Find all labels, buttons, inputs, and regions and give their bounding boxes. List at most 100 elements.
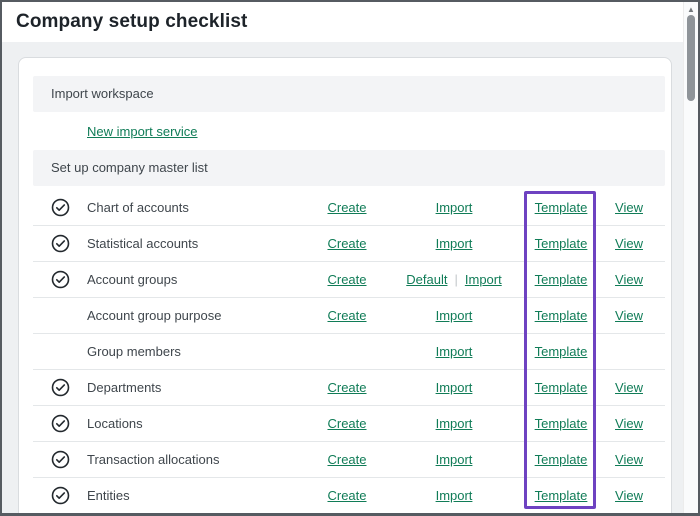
view-link[interactable]: View [615,236,643,251]
row-label: Account groups [87,272,315,287]
company-setup-checklist-window: Company setup checklist Import workspace… [0,0,700,516]
template-link[interactable]: Template [535,308,588,323]
create-cell: Create [315,271,379,289]
view-link[interactable]: View [615,416,643,431]
completed-check-icon [33,342,87,361]
default-link[interactable]: Default [406,272,447,287]
view-cell: View [593,271,665,289]
import-link[interactable]: Import [436,416,473,431]
view-link[interactable]: View [615,488,643,503]
row-label: Group members [87,344,315,359]
template-cell: Template [529,235,593,253]
template-cell: Template [529,199,593,217]
checklist-row: Transaction allocations Create Import Te… [33,442,665,478]
completed-check-icon [33,198,87,217]
view-link[interactable]: View [615,200,643,215]
completed-check-icon [33,450,87,469]
scrollbar-thumb[interactable] [687,15,695,101]
import-link[interactable]: Import [436,200,473,215]
link-separator: | [454,272,457,287]
row-label: Departments [87,380,315,395]
new-import-service-link[interactable]: New import service [87,124,198,139]
import-cell: Default | Import [379,271,529,289]
view-cell: View [593,307,665,325]
create-cell: Create [315,199,379,217]
view-link[interactable]: View [615,308,643,323]
row-label: Transaction allocations [87,452,315,467]
view-link[interactable]: View [615,380,643,395]
import-link[interactable]: Import [436,308,473,323]
completed-check-icon [33,306,87,325]
import-cell: Import [379,415,529,433]
checklist-row: Locations Create Import Template View [33,406,665,442]
import-link[interactable]: Import [465,272,502,287]
import-link[interactable]: Import [436,380,473,395]
checklist-row: Account groups Create Default | Import Tem… [33,262,665,298]
import-workspace-actions: New import service [33,112,665,150]
create-link[interactable]: Create [327,488,366,503]
import-link[interactable]: Import [436,488,473,503]
import-cell: Import [379,235,529,253]
create-link[interactable]: Create [327,200,366,215]
import-cell: Import [379,379,529,397]
checklist-row: Chart of accounts Create Import Template… [33,190,665,226]
import-link[interactable]: Import [436,452,473,467]
checklist-row: Entities Create Import Template View [33,478,665,513]
page-title: Company setup checklist [16,11,247,33]
import-cell: Import [379,199,529,217]
template-cell: Template [529,415,593,433]
completed-check-icon [33,486,87,505]
create-cell: Create [315,487,379,505]
template-link[interactable]: Template [535,488,588,503]
view-cell: View [593,199,665,217]
template-link[interactable]: Template [535,236,588,251]
create-cell: Create [315,307,379,325]
create-link[interactable]: Create [327,308,366,323]
create-link[interactable]: Create [327,236,366,251]
view-cell: View [593,235,665,253]
vertical-scrollbar[interactable]: ▲ [683,2,698,513]
import-cell: Import [379,307,529,325]
template-link[interactable]: Template [535,452,588,467]
content-area: Import workspace New import service Set … [2,42,698,513]
row-label: Account group purpose [87,308,315,323]
checklist-row: Account group purpose Create Import Temp… [33,298,665,334]
template-cell: Template [529,307,593,325]
row-label: Chart of accounts [87,200,315,215]
create-link[interactable]: Create [327,272,366,287]
view-cell: View [593,451,665,469]
template-link[interactable]: Template [535,200,588,215]
checklist-rows: Chart of accounts Create Import Template… [33,190,665,513]
create-cell: Create [315,451,379,469]
scrollbar-up-arrow-icon[interactable]: ▲ [684,5,698,15]
row-label: Locations [87,416,315,431]
import-cell: Import [379,487,529,505]
create-cell: Create [315,415,379,433]
template-link[interactable]: Template [535,380,588,395]
completed-check-icon [33,378,87,397]
create-link[interactable]: Create [327,380,366,395]
template-link[interactable]: Template [535,344,588,359]
create-link[interactable]: Create [327,416,366,431]
view-cell: View [593,487,665,505]
checklist-row: Group members Import Template [33,334,665,370]
section-header-master-list: Set up company master list [33,150,665,186]
view-cell: View [593,379,665,397]
template-cell: Template [529,379,593,397]
create-cell: Create [315,379,379,397]
import-link[interactable]: Import [436,236,473,251]
import-link[interactable]: Import [436,344,473,359]
view-link[interactable]: View [615,272,643,287]
template-link[interactable]: Template [535,272,588,287]
completed-check-icon [33,234,87,253]
completed-check-icon [33,414,87,433]
import-cell: Import [379,451,529,469]
template-link[interactable]: Template [535,416,588,431]
row-label: Entities [87,488,315,503]
view-link[interactable]: View [615,452,643,467]
create-cell: Create [315,235,379,253]
row-label: Statistical accounts [87,236,315,251]
create-link[interactable]: Create [327,452,366,467]
titlebar: Company setup checklist [2,2,698,42]
import-cell: Import [379,343,529,361]
